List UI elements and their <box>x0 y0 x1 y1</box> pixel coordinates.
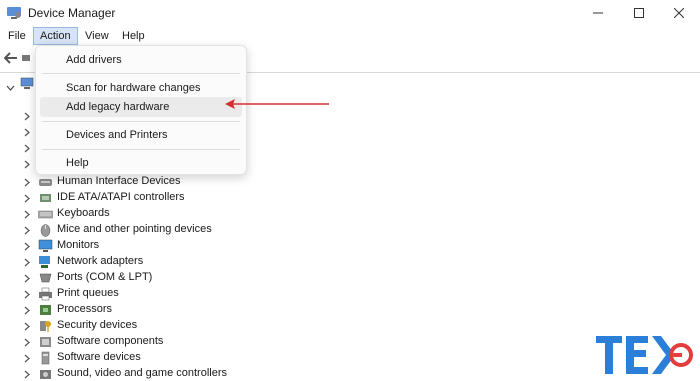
action-menu-dropdown: Add drivers Scan for hardware changes Ad… <box>35 45 247 175</box>
menu-action[interactable]: Action <box>33 27 78 45</box>
toolbar-button-icon[interactable] <box>22 53 30 65</box>
chevron-right-icon[interactable] <box>24 274 30 286</box>
hid-icon <box>38 175 53 189</box>
back-arrow-icon[interactable] <box>3 52 18 67</box>
chevron-right-icon[interactable] <box>24 178 30 190</box>
chevron-right-icon[interactable] <box>24 258 30 270</box>
ide-controller-icon <box>38 191 53 205</box>
tree-row-label: Print queues <box>57 287 119 299</box>
tree-row-label: Software components <box>57 335 164 347</box>
tree-row-ports[interactable]: Ports (COM & LPT) <box>0 270 400 286</box>
processor-icon <box>38 303 53 317</box>
tree-row-label: Keyboards <box>57 207 110 219</box>
software-component-icon <box>38 335 53 349</box>
device-manager-icon <box>6 6 22 20</box>
menu-item-add-drivers[interactable]: Add drivers <box>40 50 242 70</box>
chevron-right-icon[interactable] <box>24 194 30 206</box>
chevron-down-icon[interactable] <box>6 82 15 94</box>
menu-separator <box>42 121 240 122</box>
sound-controller-icon <box>38 367 53 381</box>
menu-help[interactable]: Help <box>116 27 151 45</box>
chevron-right-icon[interactable] <box>24 322 30 334</box>
title-bar: Device Manager <box>0 0 700 26</box>
menu-item-devices-printers[interactable]: Devices and Printers <box>40 125 242 145</box>
tree-row-software-components[interactable]: Software components <box>0 334 400 350</box>
chevron-right-icon[interactable] <box>24 306 30 318</box>
menu-item-add-legacy-hardware[interactable]: Add legacy hardware <box>40 97 242 117</box>
chevron-right-icon[interactable] <box>24 128 30 140</box>
tree-row-label: Software devices <box>57 351 141 363</box>
tree-row-label: Monitors <box>57 239 100 251</box>
tree-row-label: Processors <box>57 303 113 315</box>
tree-row-keyboards[interactable]: Keyboards <box>0 206 400 222</box>
tree-row-network[interactable]: Network adapters <box>0 254 400 270</box>
network-adapter-icon <box>38 255 53 269</box>
tree-row-label: Network adapters <box>57 255 144 267</box>
tree-row-ide[interactable]: IDE ATA/ATAPI controllers <box>0 190 400 206</box>
tree-row-label: Sound, video and game controllers <box>57 367 227 379</box>
monitor-icon <box>38 239 53 253</box>
tree-row-security[interactable]: Security devices <box>0 318 400 334</box>
chevron-right-icon[interactable] <box>24 226 30 238</box>
chevron-right-icon[interactable] <box>24 160 30 172</box>
chevron-right-icon[interactable] <box>24 370 30 381</box>
menu-separator <box>42 73 240 74</box>
tree-row-mice[interactable]: Mice and other pointing devices <box>0 222 400 238</box>
chevron-right-icon[interactable] <box>24 354 30 366</box>
tree-row-label: IDE ATA/ATAPI controllers <box>57 191 185 203</box>
chevron-right-icon[interactable] <box>24 210 30 222</box>
menu-item-help[interactable]: Help <box>40 153 242 173</box>
tree-row-label: Security devices <box>57 319 138 331</box>
chevron-right-icon[interactable] <box>24 242 30 254</box>
chevron-right-icon[interactable] <box>24 144 30 156</box>
computer-icon <box>20 77 34 94</box>
chevron-right-icon[interactable] <box>24 290 30 302</box>
chevron-right-icon[interactable] <box>24 112 30 124</box>
menu-separator <box>42 149 240 150</box>
mouse-icon <box>38 223 53 237</box>
port-icon <box>38 271 53 285</box>
tree-row-processors[interactable]: Processors <box>0 302 400 318</box>
tree-row-hid[interactable]: Human Interface Devices <box>0 174 400 190</box>
annotation-arrow-icon <box>225 99 329 109</box>
security-device-icon <box>38 319 53 333</box>
menu-file[interactable]: File <box>2 27 32 45</box>
menu-view[interactable]: View <box>79 27 115 45</box>
tree-row-software-devices[interactable]: Software devices <box>0 350 400 366</box>
printer-icon <box>38 287 53 301</box>
tree-row-label: Mice and other pointing devices <box>57 223 212 235</box>
window-title: Device Manager <box>28 6 116 20</box>
software-device-icon <box>38 351 53 365</box>
tree-row-label: Ports (COM & LPT) <box>57 271 153 283</box>
menu-bar: File Action View Help <box>0 26 700 46</box>
keyboard-icon <box>38 207 53 221</box>
chevron-right-icon[interactable] <box>24 338 30 350</box>
close-button[interactable] <box>656 0 700 26</box>
tree-row-label: Human Interface Devices <box>57 175 181 187</box>
minimize-button[interactable] <box>575 0 621 26</box>
tree-row-sound[interactable]: Sound, video and game controllers <box>0 366 400 381</box>
tree-row-monitors[interactable]: Monitors <box>0 238 400 254</box>
watermark-logo-icon <box>596 336 693 374</box>
menu-item-scan-hardware[interactable]: Scan for hardware changes <box>40 78 242 98</box>
tree-row-print-queues[interactable]: Print queues <box>0 286 400 302</box>
